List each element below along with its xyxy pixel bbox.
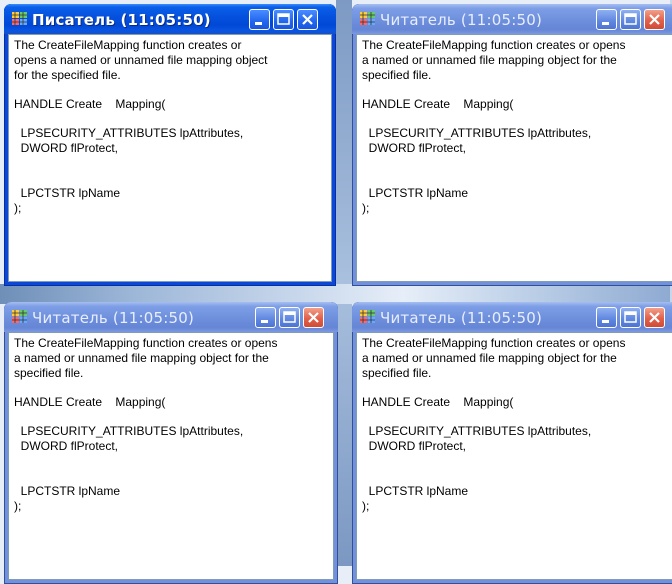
maximize-button[interactable] xyxy=(620,9,641,30)
description-line: a named or unnamed file mapping object f… xyxy=(362,53,617,67)
writer-window[interactable]: Писатель (11:05:50) The CreateFileMappin… xyxy=(4,4,336,286)
description-line: a named or unnamed file mapping object f… xyxy=(362,351,617,365)
parameter-line: DWORD flProtect, xyxy=(362,439,467,453)
reader-window-bottom-right[interactable]: Читатель (11:05:50) The CreateFileMappin… xyxy=(352,302,672,584)
description-line: The CreateFileMapping function creates o… xyxy=(14,336,278,350)
desktop-background-strip xyxy=(0,284,672,304)
text-area[interactable]: The CreateFileMapping function creates o… xyxy=(356,34,672,282)
close-icon xyxy=(649,14,660,25)
title-bar[interactable]: Читатель (11:05:50) xyxy=(4,302,338,332)
close-button[interactable] xyxy=(644,9,665,30)
description: The CreateFileMapping function creates o… xyxy=(14,38,326,83)
parameter-line: DWORD flProtect, xyxy=(14,439,119,453)
text-area[interactable]: The CreateFileMapping function creates o… xyxy=(8,332,334,580)
name-parameter: LPCTSTR lpName xyxy=(362,484,469,498)
text-area[interactable]: The CreateFileMapping function creates o… xyxy=(8,34,332,282)
parameter-line: LPSECURITY_ATTRIBUTES lpAttributes, xyxy=(14,126,244,140)
desktop-background-vertical xyxy=(336,0,352,566)
description-line: specified file. xyxy=(14,366,84,380)
description: The CreateFileMapping function creates o… xyxy=(362,38,672,83)
minimize-button[interactable] xyxy=(596,307,617,328)
maximize-button[interactable] xyxy=(620,307,641,328)
function-signature: HANDLE Create Mapping( xyxy=(362,97,514,111)
maximize-button[interactable] xyxy=(273,9,294,30)
closing-paren: ); xyxy=(362,201,370,215)
text-area[interactable]: The CreateFileMapping function creates o… xyxy=(356,332,672,580)
parameter-line: LPSECURITY_ATTRIBUTES lpAttributes, xyxy=(14,424,244,438)
minimize-button[interactable] xyxy=(249,9,270,30)
description-line: The CreateFileMapping function creates o… xyxy=(14,38,242,52)
description-line: The CreateFileMapping function creates o… xyxy=(362,38,626,52)
description-line: opens a named or unnamed file mapping ob… xyxy=(14,53,268,67)
app-window-icon[interactable] xyxy=(360,12,376,26)
description: The CreateFileMapping function creates o… xyxy=(14,336,328,381)
close-button[interactable] xyxy=(303,307,324,328)
function-signature: HANDLE Create Mapping( xyxy=(362,395,514,409)
name-parameter: LPCTSTR lpName xyxy=(14,484,121,498)
close-button[interactable] xyxy=(644,307,665,328)
close-icon xyxy=(302,14,313,25)
maximize-icon xyxy=(278,14,289,17)
close-icon xyxy=(308,312,319,323)
description-line: The CreateFileMapping function creates o… xyxy=(362,336,626,350)
parameter-line: DWORD flProtect, xyxy=(14,141,119,155)
parameters: LPSECURITY_ATTRIBUTES lpAttributes, DWOR… xyxy=(14,126,326,156)
minimize-icon xyxy=(255,22,262,25)
minimize-button[interactable] xyxy=(255,307,276,328)
maximize-icon xyxy=(625,312,636,315)
minimize-icon xyxy=(602,320,609,323)
minimize-icon xyxy=(602,22,609,25)
description-line: a named or unnamed file mapping object f… xyxy=(14,351,269,365)
minimize-icon xyxy=(261,320,268,323)
reader-window-top-right[interactable]: Читатель (11:05:50) The CreateFileMappin… xyxy=(352,4,672,286)
parameters: LPSECURITY_ATTRIBUTES lpAttributes, DWOR… xyxy=(362,424,672,454)
reader-window-bottom-left[interactable]: Читатель (11:05:50) The CreateFileMappin… xyxy=(4,302,338,584)
app-window-icon[interactable] xyxy=(360,310,376,324)
maximize-button[interactable] xyxy=(279,307,300,328)
parameter-line: DWORD flProtect, xyxy=(362,141,467,155)
app-window-icon[interactable] xyxy=(12,12,28,26)
title-bar[interactable]: Читатель (11:05:50) xyxy=(352,4,672,34)
function-signature: HANDLE Create Mapping( xyxy=(14,97,166,111)
title-bar[interactable]: Читатель (11:05:50) xyxy=(352,302,672,332)
window-title: Читатель (11:05:50) xyxy=(32,309,194,327)
window-title: Читатель (11:05:50) xyxy=(380,309,542,327)
closing-paren: ); xyxy=(14,499,22,513)
maximize-icon xyxy=(284,312,295,315)
description-line: for the specified file. xyxy=(14,68,121,82)
window-title: Писатель (11:05:50) xyxy=(32,11,211,29)
function-signature: HANDLE Create Mapping( xyxy=(14,395,166,409)
closing-paren: ); xyxy=(14,201,22,215)
app-window-icon[interactable] xyxy=(12,310,28,324)
minimize-button[interactable] xyxy=(596,9,617,30)
description-line: specified file. xyxy=(362,68,432,82)
maximize-icon xyxy=(625,14,636,17)
title-bar[interactable]: Писатель (11:05:50) xyxy=(4,4,336,34)
name-parameter: LPCTSTR lpName xyxy=(14,186,121,200)
closing-paren: ); xyxy=(362,499,370,513)
close-icon xyxy=(649,312,660,323)
window-title: Читатель (11:05:50) xyxy=(380,11,542,29)
description: The CreateFileMapping function creates o… xyxy=(362,336,672,381)
description-line: specified file. xyxy=(362,366,432,380)
parameters: LPSECURITY_ATTRIBUTES lpAttributes, DWOR… xyxy=(14,424,328,454)
parameters: LPSECURITY_ATTRIBUTES lpAttributes, DWOR… xyxy=(362,126,672,156)
name-parameter: LPCTSTR lpName xyxy=(362,186,469,200)
close-button[interactable] xyxy=(297,9,318,30)
parameter-line: LPSECURITY_ATTRIBUTES lpAttributes, xyxy=(362,424,592,438)
parameter-line: LPSECURITY_ATTRIBUTES lpAttributes, xyxy=(362,126,592,140)
